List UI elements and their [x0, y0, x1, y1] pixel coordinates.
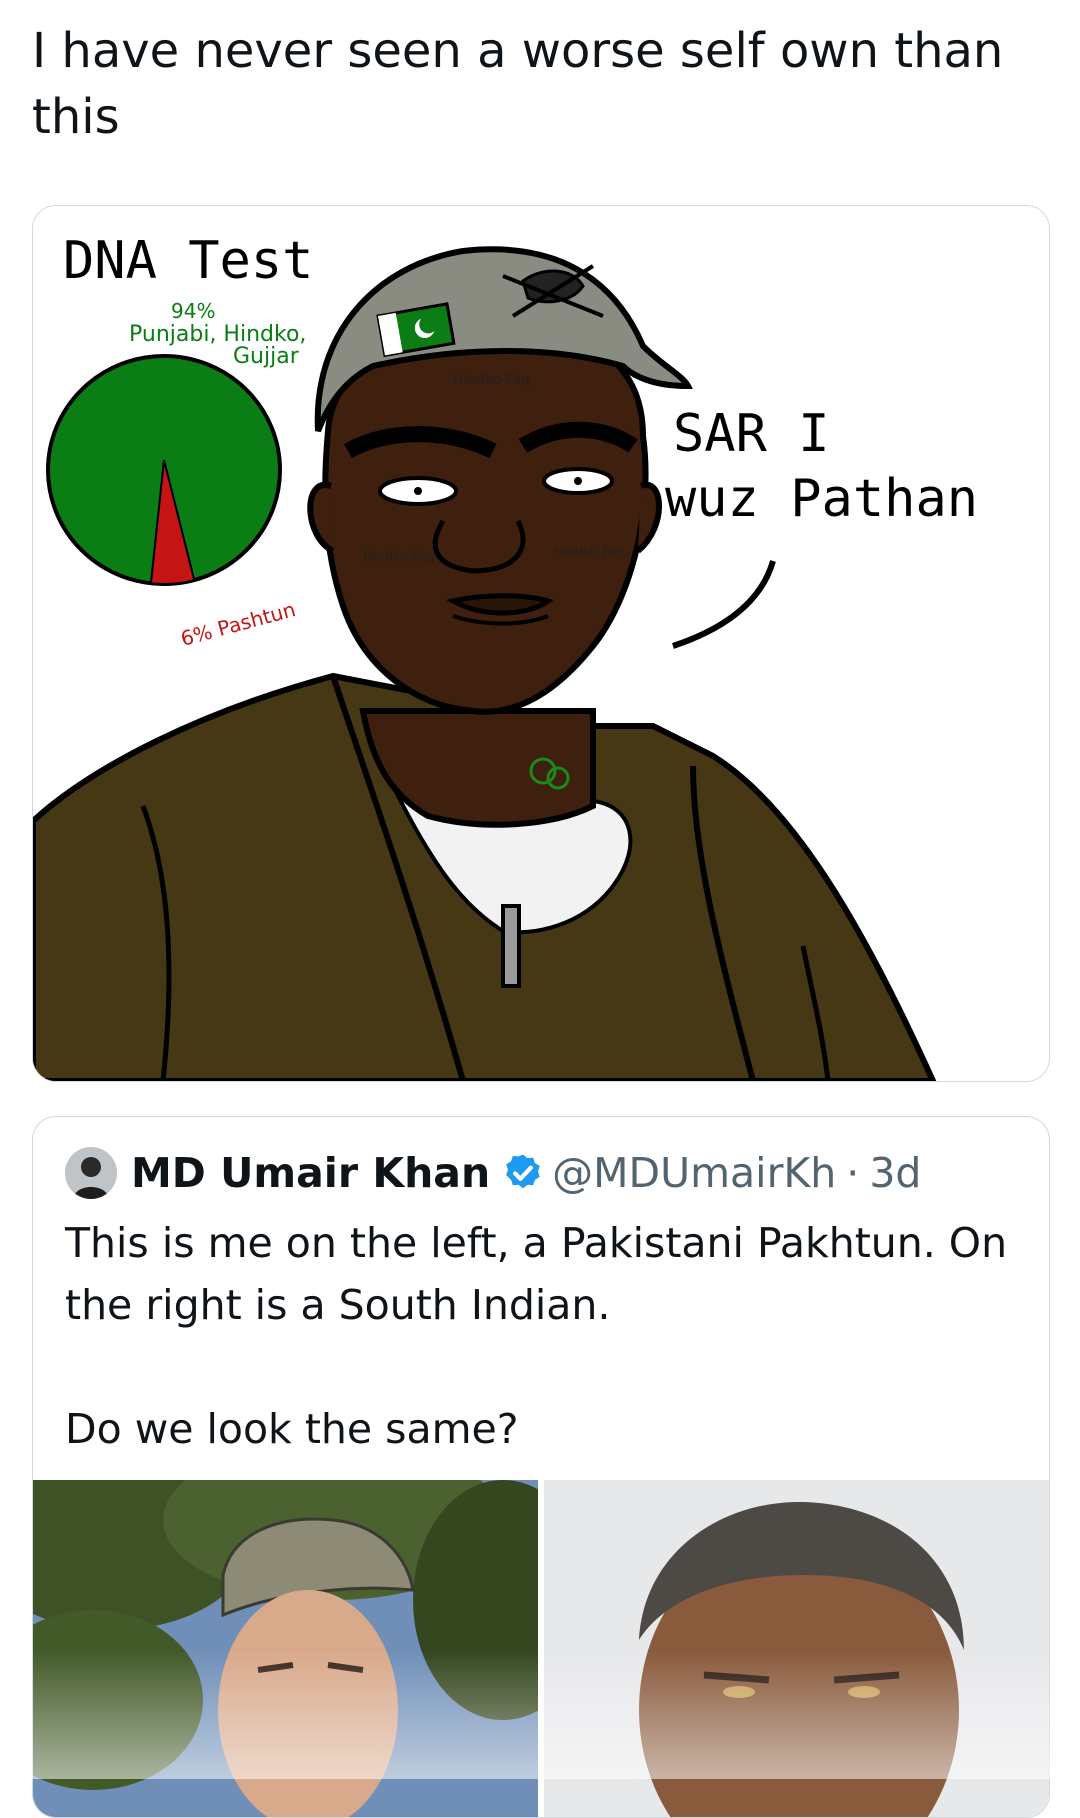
post-text: I have never seen a worse self own than … — [32, 23, 1004, 145]
cheek-right-label: Hindko Fag — [553, 545, 625, 560]
quoted-text-para1: This is me on the left, a Pakistani Pakh… — [65, 1219, 1008, 1329]
post-image-card[interactable]: DNA Test 94% Punjabi, Hindko, Gujjar 6% … — [32, 205, 1050, 1082]
cheek-left-label: Hindko Fag — [363, 550, 435, 565]
quoted-media-grid — [33, 1480, 1049, 1817]
quoted-tweet-card[interactable]: MD Umair Khan @MDUmairKh · 3d This is me… — [32, 1116, 1050, 1818]
tweet-time[interactable]: 3d — [869, 1149, 921, 1197]
quoted-tweet-text: This is me on the left, a Pakistani Pakh… — [65, 1212, 1025, 1460]
verified-badge-icon — [506, 1154, 540, 1189]
author-handle[interactable]: @MDUmairKh — [552, 1149, 836, 1197]
speech-line1: SAR I — [673, 404, 830, 464]
author-avatar[interactable] — [65, 1147, 117, 1199]
speech-line2: wuz Pathan — [665, 469, 978, 529]
quoted-tweet-header: MD Umair Khan @MDUmairKh · 3d — [65, 1145, 1029, 1201]
author-name[interactable]: MD Umair Khan — [131, 1149, 490, 1197]
photo-left[interactable] — [33, 1480, 538, 1817]
dna-pie-chart — [46, 354, 282, 586]
header-separator: · — [846, 1149, 860, 1197]
cartoon-title: DNA Test — [63, 231, 313, 291]
quoted-text-para2: Do we look the same? — [65, 1405, 519, 1453]
photo-right[interactable] — [544, 1480, 1049, 1817]
majority-label-line2: Gujjar — [233, 344, 300, 369]
cartoon-image[interactable]: DNA Test 94% Punjabi, Hindko, Gujjar 6% … — [33, 206, 1049, 1081]
forehead-label: Hindko Fag — [453, 372, 530, 388]
majority-label-pct: 94% — [171, 299, 215, 323]
